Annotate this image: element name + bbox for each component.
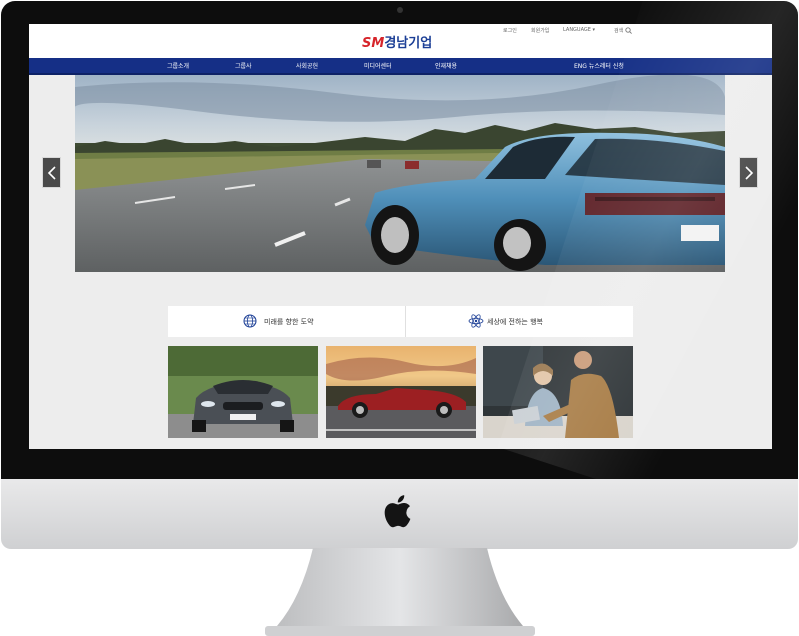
- language-select[interactable]: LANGUAGE ▾: [563, 27, 595, 33]
- meeting-photo: [483, 346, 633, 438]
- nav-item-media[interactable]: 미디어센터: [364, 61, 392, 70]
- photo-card-sports-car[interactable]: [168, 346, 318, 438]
- nav-item-social[interactable]: 사회공헌: [296, 61, 318, 70]
- slider-next-button[interactable]: [739, 157, 758, 188]
- tab-happiness-label: 세상에 전하는 행복: [487, 318, 543, 326]
- search-link[interactable]: 검색: [614, 27, 623, 34]
- tab-future-label: 미래를 향한 도약: [264, 318, 314, 326]
- sports-car-photo: [168, 346, 318, 438]
- monitor-stand: [265, 548, 535, 636]
- search-icon[interactable]: [625, 27, 632, 34]
- site-header: SM경남기업 로그인 회원가입 LANGUAGE ▾ 검색: [29, 24, 772, 58]
- site-logo[interactable]: SM경남기업: [362, 32, 432, 51]
- chevron-right-icon: [745, 166, 754, 180]
- photo-card-convertible[interactable]: [326, 346, 476, 438]
- login-link[interactable]: 로그인: [503, 27, 517, 34]
- nav-item-group-intro[interactable]: 그룹소개: [167, 61, 189, 70]
- main-nav: 그룹소개 그룹사 사회공헌 미디어센터 인재채용 ENG 뉴스레터 신청: [29, 58, 772, 75]
- camera-icon: [397, 7, 403, 13]
- tab-happiness[interactable]: 세상에 전하는 행복: [406, 306, 638, 337]
- nav-item-careers[interactable]: 인재채용: [435, 61, 457, 70]
- hero-car-photo: [75, 75, 725, 272]
- globe-icon: [243, 314, 257, 328]
- imac-monitor: SM경남기업 로그인 회원가입 LANGUAGE ▾ 검색 그룹소개 그룹사 사…: [0, 0, 799, 636]
- screen-bezel: SM경남기업 로그인 회원가입 LANGUAGE ▾ 검색 그룹소개 그룹사 사…: [1, 1, 798, 479]
- chevron-left-icon: [47, 166, 56, 180]
- hero-slider: [75, 75, 725, 272]
- apple-logo-icon: [384, 495, 411, 528]
- website-screen: SM경남기업 로그인 회원가입 LANGUAGE ▾ 검색 그룹소개 그룹사 사…: [29, 24, 772, 449]
- signup-link[interactable]: 회원가입: [531, 27, 549, 34]
- tab-future[interactable]: 미래를 향한 도약: [168, 306, 400, 337]
- nav-item-affiliates[interactable]: 그룹사: [235, 61, 252, 70]
- logo-name: 경남기업: [384, 36, 433, 51]
- atom-icon: [468, 314, 484, 328]
- nav-right-links[interactable]: ENG 뉴스레터 신청: [574, 61, 624, 70]
- logo-sm: SM: [362, 36, 385, 51]
- photo-card-meeting[interactable]: [483, 346, 633, 438]
- slider-prev-button[interactable]: [42, 157, 61, 188]
- content-tabs: 미래를 향한 도약 세상에 전하는 행복: [168, 306, 633, 337]
- red-convertible-photo: [326, 346, 476, 438]
